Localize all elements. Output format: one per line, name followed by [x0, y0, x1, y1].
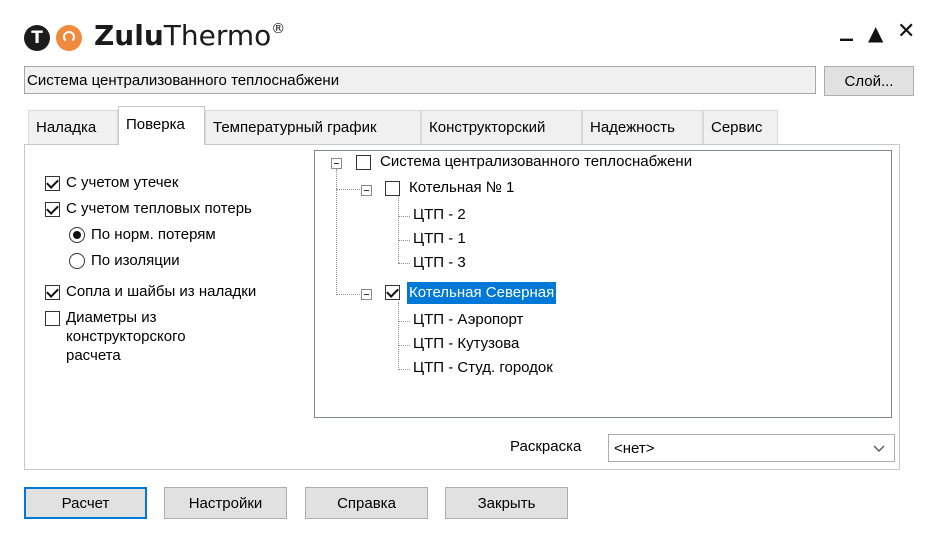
- tree-node-ctp[interactable]: ЦТП - Аэропорт: [413, 311, 523, 328]
- norm-losses-label: По норм. потерям: [91, 226, 216, 243]
- tree-line: [398, 302, 399, 370]
- boiler1-checkbox[interactable]: [385, 181, 400, 196]
- diameters-checkbox[interactable]: [45, 311, 60, 326]
- collapse-root-icon[interactable]: [331, 158, 342, 169]
- tree-line: [398, 369, 410, 370]
- tab-reliability[interactable]: Надежность: [582, 110, 703, 144]
- network-tree[interactable]: [314, 150, 892, 418]
- tree-line: [398, 345, 410, 346]
- tree-node-ctp[interactable]: ЦТП - Кутузова: [413, 335, 519, 352]
- tree-line: [398, 216, 410, 217]
- tree-line: [398, 240, 410, 241]
- heat-losses-checkbox[interactable]: [45, 202, 60, 217]
- tab-poverka[interactable]: Поверка: [118, 106, 205, 145]
- minimize-button[interactable]: _: [840, 14, 853, 40]
- insulation-label: По изоляции: [91, 252, 180, 269]
- tree-line: [336, 294, 360, 295]
- calculate-button[interactable]: Расчет: [24, 487, 147, 519]
- close-button[interactable]: Закрыть: [445, 487, 568, 519]
- tree-node-ctp[interactable]: ЦТП - 1: [413, 230, 466, 247]
- leaks-label: С учетом утечек: [66, 174, 179, 191]
- tree-node-ctp[interactable]: ЦТП - 2: [413, 206, 466, 223]
- close-window-button[interactable]: ✕: [897, 19, 915, 45]
- tree-line: [398, 196, 399, 263]
- tree-node-ctp[interactable]: ЦТП - Студ. городок: [413, 359, 553, 376]
- diameters-label-line3: расчета: [66, 347, 121, 364]
- coloring-select[interactable]: <нет>: [608, 434, 895, 462]
- nozzles-checkbox[interactable]: [45, 285, 60, 300]
- app-title: ZuluThermo®: [94, 19, 286, 52]
- leaks-checkbox[interactable]: [45, 176, 60, 191]
- heat-losses-label: С учетом тепловых потерь: [66, 200, 252, 217]
- nozzles-label: Сопла и шайбы из наладки: [66, 283, 257, 300]
- coloring-label: Раскраска: [510, 438, 582, 455]
- tree-node-ctp[interactable]: ЦТП - 3: [413, 254, 466, 271]
- tab-service[interactable]: Сервис: [703, 110, 778, 144]
- tree-node-boiler2[interactable]: Котельная Северная: [407, 282, 557, 304]
- tree-node-boiler1[interactable]: Котельная № 1: [409, 179, 514, 196]
- help-button[interactable]: Справка: [305, 487, 428, 519]
- root-checkbox[interactable]: [356, 155, 371, 170]
- system-name-field: Система централизованного теплоснабжени: [24, 66, 816, 94]
- collapse-boiler1-icon[interactable]: [361, 185, 372, 196]
- coloring-value: <нет>: [614, 440, 655, 457]
- tab-naladka[interactable]: Наладка: [28, 110, 118, 144]
- logo-t-icon: T: [24, 25, 50, 51]
- norm-losses-radio[interactable]: [69, 227, 85, 243]
- diameters-label-line1: Диаметры из: [66, 309, 157, 326]
- settings-button[interactable]: Настройки: [164, 487, 287, 519]
- tab-constructor[interactable]: Конструкторский: [421, 110, 582, 144]
- tree-node-root[interactable]: Система централизованного теплоснабжени: [380, 153, 692, 170]
- collapse-boiler2-icon[interactable]: [361, 289, 372, 300]
- tree-line: [398, 321, 410, 322]
- layer-button[interactable]: Слой...: [824, 66, 914, 96]
- tree-line: [398, 263, 410, 264]
- insulation-radio[interactable]: [69, 253, 85, 269]
- boiler2-checkbox[interactable]: [385, 285, 400, 300]
- diameters-label-line2: конструкторского: [66, 328, 186, 345]
- tree-line: [336, 169, 337, 295]
- logo-flame-icon: [56, 25, 82, 51]
- tree-line: [336, 189, 360, 190]
- chevron-down-icon[interactable]: [872, 442, 886, 456]
- tab-temperature-graph[interactable]: Температурный график: [205, 110, 421, 144]
- maximize-button[interactable]: ▲: [868, 20, 883, 46]
